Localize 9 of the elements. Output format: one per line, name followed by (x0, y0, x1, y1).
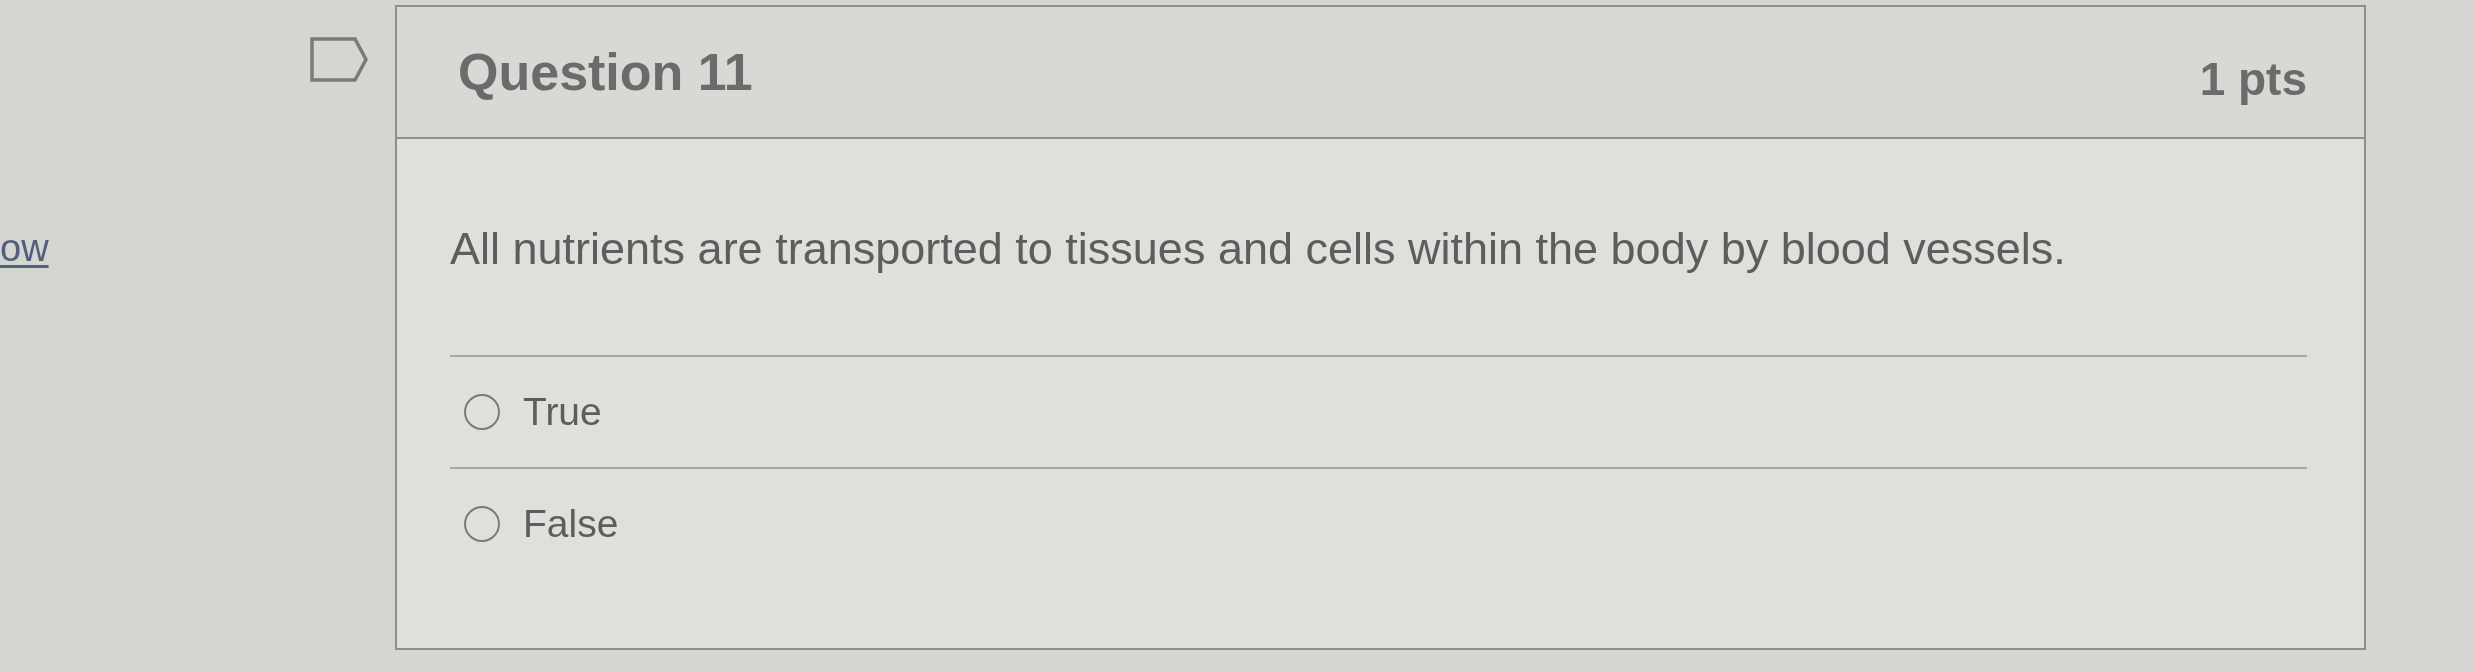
question-text: All nutrients are transported to tissues and cells within the body by blood vessels. (450, 222, 2067, 276)
tag-icon[interactable] (310, 37, 368, 82)
answer-label[interactable]: False (523, 500, 619, 548)
answer-label[interactable]: True (523, 388, 602, 436)
radio-button[interactable] (464, 394, 500, 430)
radio-button[interactable] (464, 506, 500, 542)
question-points: 1 pts (2199, 52, 2307, 106)
question-title: Question 11 (458, 42, 753, 102)
side-link[interactable]: ow (0, 228, 49, 270)
